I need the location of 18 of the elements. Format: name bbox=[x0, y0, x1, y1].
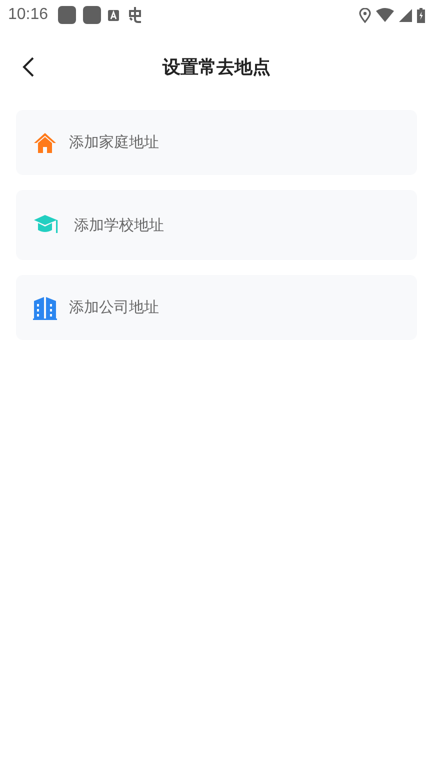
building-icon bbox=[33, 296, 57, 320]
page-title: 设置常去地点 bbox=[162, 56, 270, 79]
place-card[interactable]: 添加公司地址 bbox=[16, 275, 417, 340]
place-label: 添加家庭地址 bbox=[69, 133, 159, 152]
wifi-icon bbox=[376, 8, 394, 22]
signal-icon bbox=[399, 8, 412, 22]
place-label: 添加学校地址 bbox=[74, 216, 164, 234]
letter-a-icon bbox=[108, 10, 120, 20]
place-card[interactable]: 添加家庭地址 bbox=[16, 110, 417, 175]
place-label: 添加公司地址 bbox=[69, 298, 159, 317]
app-notification-icon bbox=[58, 6, 76, 24]
battery-icon bbox=[417, 8, 425, 22]
house-icon bbox=[33, 132, 57, 154]
status-time: 10:16 bbox=[8, 6, 48, 24]
location-icon bbox=[359, 8, 371, 22]
graduation-cap-icon bbox=[33, 214, 59, 236]
place-card[interactable]: 添加学校地址 bbox=[16, 190, 417, 260]
app-notification-icon bbox=[83, 6, 102, 24]
